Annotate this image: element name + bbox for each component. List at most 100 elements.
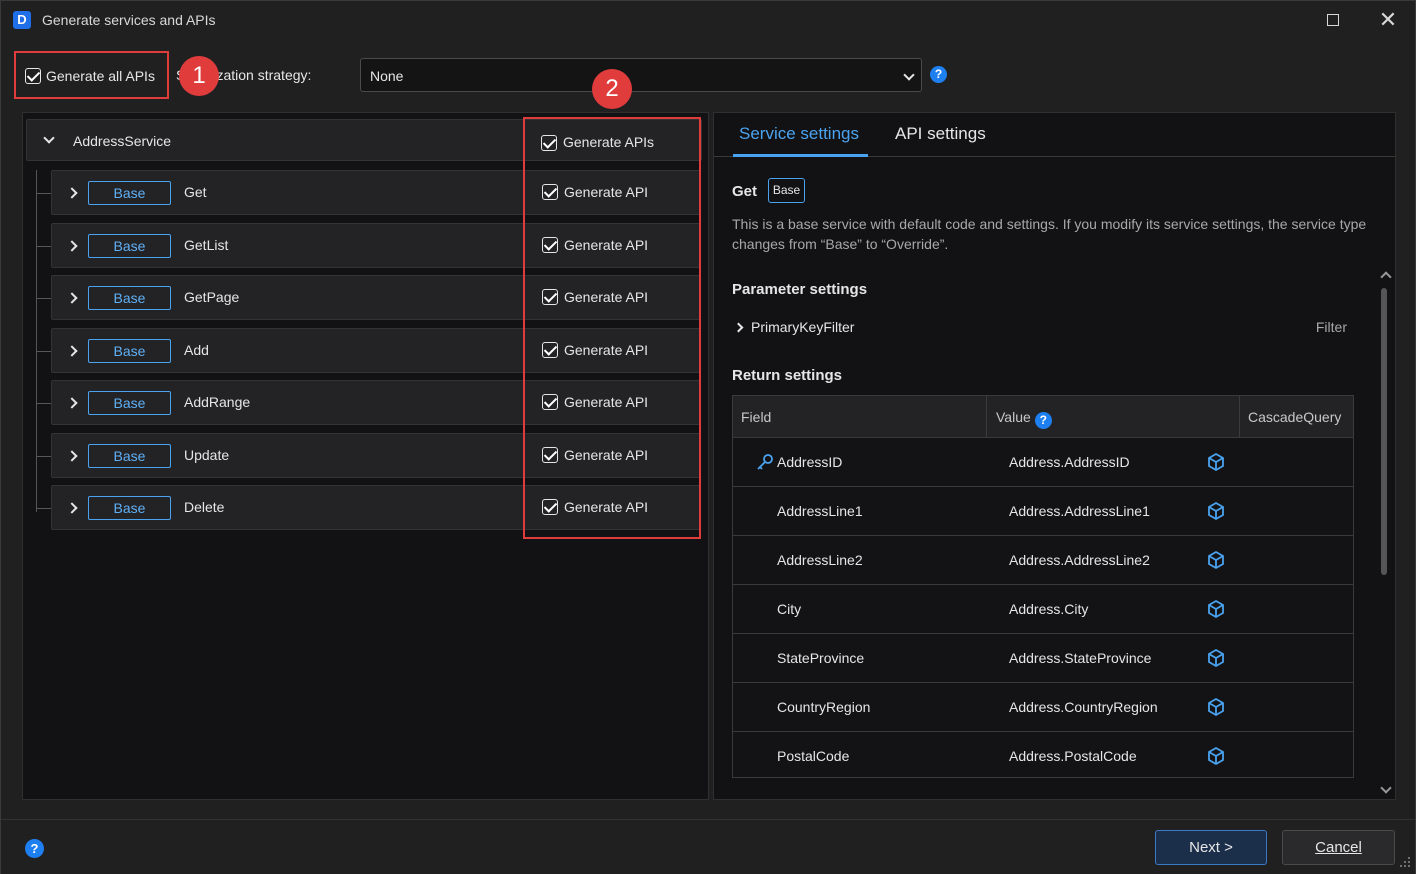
table-header: Field Value? CascadeQuery (733, 396, 1353, 438)
generate-api-label: Generate API (564, 342, 649, 358)
scrollbar-thumb[interactable] (1381, 288, 1387, 575)
column-header-value[interactable]: Value? (996, 409, 1052, 429)
tree-connector (36, 170, 37, 512)
tree-connector (37, 456, 51, 457)
checkbox-checked-icon (542, 183, 558, 200)
api-name: GetPage (184, 289, 240, 305)
cube-icon[interactable] (1206, 452, 1226, 472)
cube-icon[interactable] (1206, 746, 1226, 766)
column-header-field[interactable]: Field (741, 409, 771, 425)
generate-api-label: Generate API (564, 184, 649, 200)
help-icon[interactable]: ? (930, 66, 947, 83)
settings-panel: Service settings API settings Get Base T… (713, 112, 1396, 800)
parameter-name: PrimaryKeyFilter (751, 319, 855, 335)
generate-api-checkbox[interactable]: Generate API (542, 446, 649, 463)
api-name: AddRange (184, 394, 251, 410)
cube-icon[interactable] (1206, 648, 1226, 668)
table-row[interactable]: CountryRegion Address.CountryRegion (733, 683, 1353, 732)
settings-tabs: Service settings API settings (714, 113, 1395, 157)
scroll-down-arrow[interactable] (1380, 782, 1392, 794)
checkbox-checked-icon (542, 236, 558, 253)
field-name: City (777, 601, 802, 617)
service-name: AddressService (73, 133, 172, 149)
annotation-badge-1: 1 (179, 56, 219, 96)
base-tag: Base (88, 391, 171, 415)
chevron-right-icon[interactable] (66, 292, 78, 304)
chevron-right-icon[interactable] (66, 345, 78, 357)
tree-connector (37, 246, 51, 247)
cube-icon[interactable] (1206, 697, 1226, 717)
help-icon[interactable]: ? (25, 839, 44, 858)
base-tag: Base (88, 339, 171, 363)
chevron-down-icon[interactable] (43, 132, 55, 144)
api-row[interactable]: Base GetList Generate API (37, 223, 701, 268)
key-icon (757, 454, 773, 470)
checkbox-checked-icon (542, 288, 558, 305)
maximize-icon (1327, 14, 1339, 26)
field-value: Address.AddressLine1 (1009, 503, 1150, 519)
help-icon[interactable]: ? (1034, 412, 1052, 429)
api-row[interactable]: Base Get Generate API (37, 170, 701, 215)
tab-api-settings[interactable]: API settings (895, 124, 986, 144)
generate-api-checkbox[interactable]: Generate API (542, 341, 649, 358)
table-row[interactable]: AddressLine2 Address.AddressLine2 (733, 536, 1353, 585)
generate-api-label: Generate API (564, 447, 649, 463)
table-row[interactable]: AddressID Address.AddressID (733, 438, 1353, 487)
chevron-right-icon[interactable] (66, 450, 78, 462)
generate-api-checkbox[interactable]: Generate API (542, 393, 648, 410)
checkbox-checked-icon (25, 68, 41, 84)
cube-icon[interactable] (1206, 599, 1226, 619)
maximize-button[interactable] (1318, 7, 1348, 33)
base-tag: Base (88, 181, 171, 205)
active-tab-indicator (733, 154, 868, 157)
parameter-settings-heading: Parameter settings (732, 281, 868, 298)
checkbox-checked-icon (542, 341, 558, 358)
chevron-right-icon[interactable] (66, 397, 78, 409)
tree-connector (37, 351, 51, 352)
api-row[interactable]: Base GetPage Generate API (37, 275, 701, 320)
next-button[interactable]: Next > (1155, 830, 1267, 865)
generate-all-apis-checkbox[interactable]: Generate all APIs (14, 51, 169, 99)
resize-grip-icon[interactable] (1399, 856, 1411, 868)
generate-api-checkbox[interactable]: Generate API (542, 236, 648, 253)
api-row[interactable]: Base AddRange Generate API (37, 380, 701, 425)
column-separator (986, 396, 987, 438)
cancel-button[interactable]: Cancel (1282, 830, 1395, 865)
chevron-right-icon[interactable] (733, 322, 744, 333)
generate-api-checkbox[interactable]: Generate API (542, 183, 649, 200)
authorization-strategy-value: None (370, 68, 404, 84)
table-row[interactable]: PostalCode Address.PostalCode (733, 732, 1353, 777)
cube-icon[interactable] (1206, 501, 1226, 521)
table-row[interactable]: StateProvince Address.StateProvince (733, 634, 1353, 683)
parameter-row[interactable]: PrimaryKeyFilter Filter (732, 319, 1347, 339)
base-tag: Base (88, 234, 171, 258)
api-row[interactable]: Base Delete Generate API (37, 485, 701, 530)
table-row[interactable]: AddressLine1 Address.AddressLine1 (733, 487, 1353, 536)
checkbox-checked-icon (542, 393, 558, 410)
chevron-right-icon[interactable] (66, 240, 78, 252)
tab-service-settings[interactable]: Service settings (739, 124, 859, 144)
api-name: Add (184, 342, 209, 358)
tree-connector (37, 403, 51, 404)
cube-icon[interactable] (1206, 550, 1226, 570)
scroll-up-arrow[interactable] (1380, 271, 1392, 283)
base-tag: Base (768, 178, 805, 203)
field-value: Address.CountryRegion (1009, 699, 1158, 715)
field-value: Address.AddressID (1009, 454, 1130, 470)
generate-api-checkbox[interactable]: Generate API (542, 498, 648, 515)
generate-apis-checkbox[interactable]: Generate APIs (541, 134, 654, 152)
api-name: Update (184, 447, 230, 463)
generate-api-checkbox[interactable]: Generate API (542, 288, 648, 305)
api-row[interactable]: Base Add Generate API (37, 328, 701, 373)
table-row[interactable]: City Address.City (733, 585, 1353, 634)
tree-connector (37, 193, 51, 194)
close-button[interactable]: ✕ (1373, 7, 1403, 33)
api-row[interactable]: Base Update Generate API (37, 433, 701, 478)
dialog-window: D Generate services and APIs ✕ Generate … (0, 0, 1416, 874)
api-title: Get (732, 183, 758, 200)
column-header-cascade-query[interactable]: CascadeQuery (1248, 409, 1341, 425)
chevron-right-icon[interactable] (66, 187, 78, 199)
authorization-strategy-select[interactable]: None (360, 58, 922, 92)
service-tree-panel: AddressService Generate APIs Base Get Ge… (22, 112, 709, 800)
chevron-right-icon[interactable] (66, 502, 78, 514)
